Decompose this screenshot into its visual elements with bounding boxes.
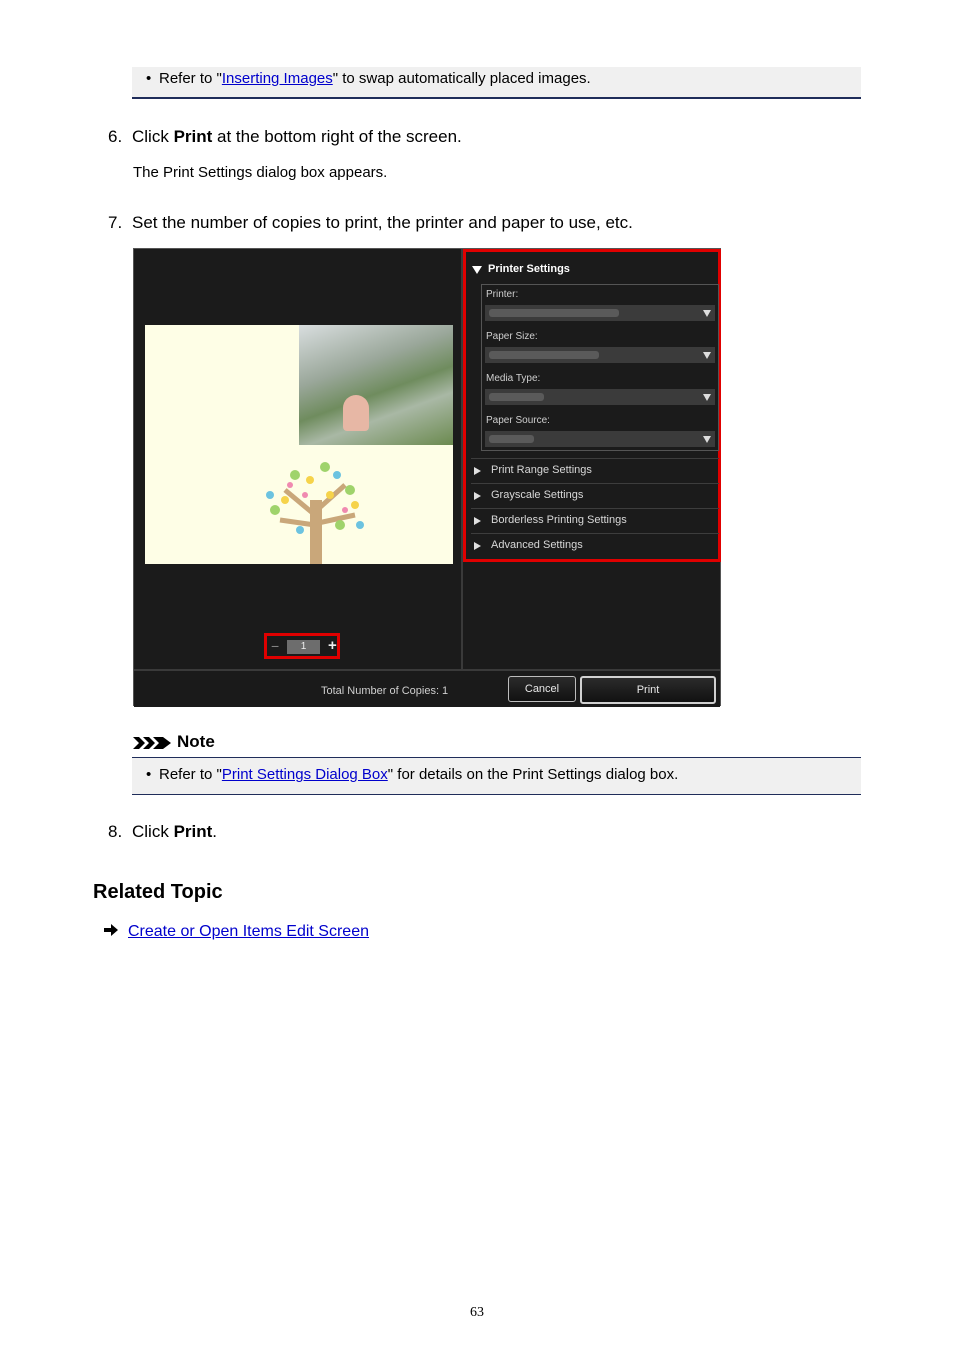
note-chevrons-icon: [133, 736, 171, 749]
related-topic-heading: Related Topic: [93, 881, 223, 903]
collapse-triangle-icon[interactable]: [472, 266, 482, 274]
note-text: " to swap automatically placed images.: [332, 70, 591, 87]
tree-illustration: [266, 462, 364, 564]
printer-label: Printer:: [486, 289, 519, 300]
step-text: Click: [132, 127, 174, 146]
note-text: Refer to ": [159, 766, 222, 783]
paper-source-label: Paper Source:: [486, 415, 550, 426]
paper-size-select[interactable]: [485, 347, 715, 363]
borderless-printing-settings-row[interactable]: Borderless Printing Settings: [471, 508, 719, 533]
step-number: 7.: [108, 213, 123, 232]
expand-triangle-icon: [474, 517, 481, 525]
inserting-images-link[interactable]: Inserting Images: [222, 70, 333, 87]
top-note-line: • Refer to "Inserting Images" to swap au…: [146, 70, 591, 88]
note-box: • Refer to "Print Settings Dialog Box" f…: [132, 757, 861, 795]
step-6-result: The Print Settings dialog box appears.: [133, 164, 388, 181]
chevron-down-icon: [703, 436, 711, 443]
note-text: Refer to ": [159, 70, 222, 87]
row-label: Borderless Printing Settings: [491, 514, 627, 526]
print-range-settings-row[interactable]: Print Range Settings: [471, 458, 719, 483]
step-6: 6. Click Print at the bottom right of the…: [108, 127, 462, 147]
step-bold: Print: [173, 127, 213, 146]
printer-settings-title[interactable]: Printer Settings: [488, 263, 570, 275]
note-line: • Refer to "Print Settings Dialog Box" f…: [146, 766, 679, 784]
top-note-box: • Refer to "Inserting Images" to swap au…: [132, 67, 861, 99]
print-button[interactable]: Print: [580, 676, 716, 704]
create-or-open-items-edit-screen-link[interactable]: Create or Open Items Edit Screen: [128, 923, 369, 940]
chevron-down-icon: [703, 310, 711, 317]
advanced-settings-row[interactable]: Advanced Settings: [471, 533, 719, 558]
minus-icon[interactable]: −: [271, 638, 279, 654]
step-number: 8.: [108, 822, 123, 841]
preview-photo: [299, 325, 453, 445]
arrow-right-icon: [104, 924, 118, 936]
media-type-select[interactable]: [485, 389, 715, 405]
print-settings-dialog-box-link[interactable]: Print Settings Dialog Box: [222, 766, 388, 783]
print-preview: [145, 325, 453, 564]
media-type-label: Media Type:: [486, 373, 541, 384]
note-text: " for details on the Print Settings dial…: [387, 766, 679, 783]
chevron-down-icon: [703, 352, 711, 359]
step-7: 7. Set the number of copies to print, the…: [108, 213, 633, 233]
step-8: 8. Click Print.: [108, 822, 217, 842]
bullet: •: [146, 766, 152, 783]
copies-stepper[interactable]: − 1 +: [264, 633, 340, 659]
related-link-item: Create or Open Items Edit Screen: [104, 923, 369, 941]
paper-size-label: Paper Size:: [486, 331, 538, 342]
note-heading: Note: [133, 732, 215, 752]
cancel-button[interactable]: Cancel: [508, 676, 576, 702]
expand-triangle-icon: [474, 542, 481, 550]
total-copies-label: Total Number of Copies: 1: [321, 685, 449, 697]
page-number: 63: [470, 1305, 484, 1320]
print-settings-dialog-screenshot: − 1 + Printer Settings Printer: Paper Si…: [133, 248, 721, 707]
printer-select[interactable]: [485, 305, 715, 321]
step-text: Click: [132, 822, 174, 841]
printer-settings-fields: Printer: Paper Size: Media Type: Paper S…: [481, 284, 719, 451]
dialog-bottom-bar: Total Number of Copies: 1 Cancel Print: [134, 669, 720, 707]
row-label: Advanced Settings: [491, 539, 583, 551]
step-text: .: [212, 822, 218, 841]
grayscale-settings-row[interactable]: Grayscale Settings: [471, 483, 719, 508]
step-text: at the bottom right of the screen.: [212, 127, 462, 146]
step-bold: Print: [173, 822, 213, 841]
expand-triangle-icon: [474, 467, 481, 475]
copies-value[interactable]: 1: [287, 640, 320, 654]
row-label: Print Range Settings: [491, 464, 592, 476]
plus-icon[interactable]: +: [328, 637, 337, 654]
photo-child: [343, 395, 369, 431]
note-title: Note: [177, 732, 215, 751]
step-number: 6.: [108, 127, 123, 146]
chevron-down-icon: [703, 394, 711, 401]
paper-source-select[interactable]: [485, 431, 715, 447]
expand-triangle-icon: [474, 492, 481, 500]
row-label: Grayscale Settings: [491, 489, 584, 501]
printer-settings-panel: Printer Settings Printer: Paper Size: Me…: [463, 249, 721, 562]
bullet: •: [146, 70, 152, 87]
step-text: Set the number of copies to print, the p…: [132, 213, 633, 232]
